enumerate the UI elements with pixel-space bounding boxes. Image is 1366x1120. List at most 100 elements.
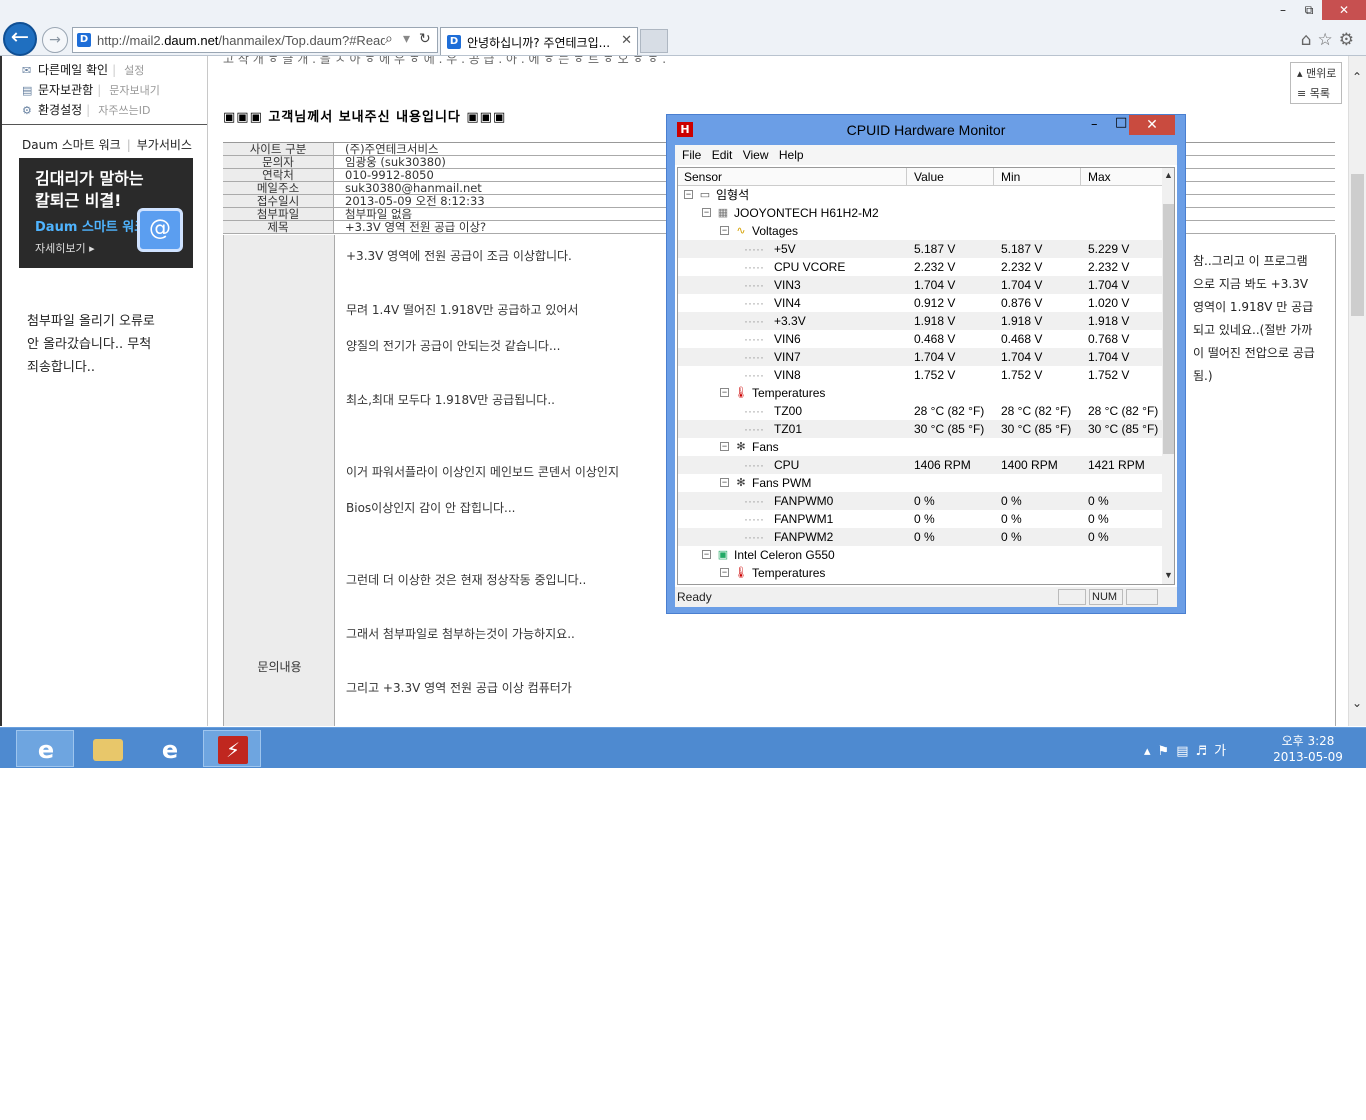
sensor-min: 1400 RPM — [1001, 458, 1058, 472]
collapse-toggle-icon[interactable]: − — [720, 568, 729, 577]
sensor-group-row[interactable]: − 🌡 Temperatures — [678, 564, 1162, 582]
banner-more-link[interactable]: 자세히보기 ▸ — [35, 240, 95, 256]
sensor-group-row[interactable]: − ✻ Fans PWM — [678, 474, 1162, 492]
address-bar[interactable]: D http://mail2.daum.net/hanmailex/Top.da… — [72, 27, 438, 53]
network-icon[interactable]: ▤ — [1176, 744, 1195, 759]
hwm-close-icon[interactable]: ✕ — [1129, 115, 1175, 135]
sensor-row[interactable]: ····· +5V 5.187 V 5.187 V 5.229 V — [678, 240, 1162, 258]
restore-icon[interactable]: ⧉ — [1296, 0, 1322, 20]
ime-indicator[interactable]: 가 — [1214, 744, 1233, 759]
row-value[interactable]: suk30380@hanmail.net — [345, 182, 482, 194]
refresh-icon[interactable]: ↻ — [419, 31, 431, 47]
banner-line2: 칼퇴근 비결! — [35, 191, 122, 210]
sensor-row[interactable]: ····· VIN7 1.704 V 1.704 V 1.704 V — [678, 348, 1162, 366]
tab-active[interactable]: D 안녕하십니까? 주연테크입... ✕ — [440, 27, 638, 55]
list-button[interactable]: ≡ 목록 — [1291, 83, 1341, 103]
close-icon[interactable]: ✕ — [1322, 0, 1366, 20]
link-sub[interactable]: 자주쓰는ID — [98, 104, 150, 117]
collapse-toggle-icon[interactable]: − — [684, 190, 693, 199]
row-header: 메일주소 — [223, 182, 334, 194]
sensor-row[interactable]: ····· TZ00 28 °C (82 °F) 28 °C (82 °F) 28 °C… — [678, 402, 1162, 420]
tray-expand-icon[interactable]: ▴ — [1144, 744, 1158, 759]
row-value: 010-9912-8050 — [345, 168, 434, 182]
tree-scroll-down-icon[interactable]: ▼ — [1164, 570, 1173, 580]
col-sensor[interactable]: Sensor — [684, 170, 722, 184]
hwm-maximize-icon[interactable]: □ — [1115, 115, 1127, 130]
link-settings[interactable]: ⚙ 환경설정 | 자주쓰는ID — [22, 101, 150, 118]
new-tab-button[interactable] — [640, 29, 668, 53]
clock[interactable]: 오후 3:28 2013-05-09 — [1268, 733, 1348, 765]
taskbar-hwmonitor[interactable]: ⚡ — [203, 730, 261, 767]
sensor-group-row[interactable]: − ▭ 임형석 — [678, 186, 1162, 204]
collapse-toggle-icon[interactable]: − — [720, 388, 729, 397]
tab-close-icon[interactable]: ✕ — [621, 33, 632, 48]
smartwork-link[interactable]: Daum 스마트 워크 — [22, 138, 121, 152]
sensor-row[interactable]: ····· FANPWM1 0 % 0 % 0 % — [678, 510, 1162, 528]
sensor-scrollbar[interactable]: ▲ ▼ — [1162, 168, 1174, 584]
col-min[interactable]: Min — [1001, 170, 1020, 184]
sensor-row[interactable]: ····· TZ01 30 °C (85 °F) 30 °C (85 °F) 30 °C… — [678, 420, 1162, 438]
link-sms-box[interactable]: ▤ 문자보관함 | 문자보내기 — [22, 81, 160, 98]
col-max[interactable]: Max — [1088, 170, 1111, 184]
sensor-row[interactable]: ····· CPU VCORE 2.232 V 2.232 V 2.232 V — [678, 258, 1162, 276]
scroll-up-icon[interactable]: ⌃ — [1352, 70, 1362, 84]
collapse-toggle-icon[interactable]: − — [720, 478, 729, 487]
sensor-row[interactable]: ····· FANPWM2 0 % 0 % 0 % — [678, 528, 1162, 546]
scroll-thumb[interactable] — [1351, 174, 1364, 316]
computer-icon: ▭ — [699, 189, 711, 201]
sensor-group-row[interactable]: − ▣ Intel Celeron G550 — [678, 546, 1162, 564]
link-sub[interactable]: 문자보내기 — [109, 84, 160, 97]
link-sub[interactable]: 설정 — [124, 64, 144, 77]
home-icon[interactable]: ⌂ — [1301, 30, 1318, 50]
gear-icon[interactable]: ⚙ — [1339, 30, 1360, 50]
volume-icon[interactable]: ♬ — [1195, 744, 1214, 759]
sensor-row[interactable]: ····· +3.3V 1.918 V 1.918 V 1.918 V — [678, 312, 1162, 330]
sensor-group-row[interactable]: − 🌡 Temperatures — [678, 384, 1162, 402]
collapse-toggle-icon[interactable]: − — [702, 550, 711, 559]
sensor-row[interactable]: ····· VIN3 1.704 V 1.704 V 1.704 V — [678, 276, 1162, 294]
back-button[interactable]: ← — [3, 22, 37, 56]
taskbar-ie-pinned[interactable]: e — [16, 730, 74, 767]
col-value[interactable]: Value — [914, 170, 944, 184]
page-scrollbar[interactable]: ⌃ ⌄ — [1348, 56, 1366, 726]
sensor-row[interactable]: ····· FANPWM0 0 % 0 % 0 % — [678, 492, 1162, 510]
taskbar-explorer[interactable] — [78, 730, 136, 767]
smartwork-banner[interactable]: 김대리가 말하는 칼퇴근 비결! Daum 스마트 워크 자세히보기 ▸ @ — [19, 158, 193, 268]
hwmonitor-titlebar[interactable]: H CPUID Hardware Monitor – □ ✕ — [667, 115, 1185, 143]
search-icon[interactable]: ⌕ — [385, 31, 393, 47]
link-other-mail[interactable]: ✉ 다른메일 확인 | 설정 — [22, 61, 144, 78]
menu-edit[interactable]: Edit — [705, 145, 733, 162]
tree-scroll-up-icon[interactable]: ▲ — [1164, 170, 1173, 180]
col-divider[interactable] — [993, 168, 994, 186]
address-url[interactable]: http://mail2.daum.net/hanmailex/Top.daum… — [97, 33, 385, 48]
collapse-toggle-icon[interactable]: − — [720, 442, 729, 451]
menu-help[interactable]: Help — [772, 145, 804, 162]
sensor-row[interactable]: ····· VIN4 0.912 V 0.876 V 1.020 V — [678, 294, 1162, 312]
menu-file[interactable]: File — [675, 145, 701, 162]
addon-link[interactable]: 부가서비스 — [137, 138, 192, 152]
body-line: 그래서 첨부파일로 첨부하는것이 가능하지요.. — [346, 627, 575, 641]
go-top-button[interactable]: ▴ 맨위로 — [1291, 63, 1341, 83]
menu-view[interactable]: View — [736, 145, 769, 162]
hwm-minimize-icon[interactable]: – — [1091, 117, 1098, 132]
sensor-row[interactable]: ····· VIN8 1.752 V 1.752 V 1.752 V — [678, 366, 1162, 384]
scroll-down-icon[interactable]: ⌄ — [1352, 696, 1362, 710]
action-center-flag-icon[interactable]: ⚑ — [1158, 744, 1177, 759]
minimize-icon[interactable]: – — [1270, 0, 1296, 20]
sensor-group-row[interactable]: − ∿ Voltages — [678, 222, 1162, 240]
sensor-group-name: Voltages — [752, 224, 799, 238]
col-divider[interactable] — [906, 168, 907, 186]
col-divider[interactable] — [1080, 168, 1081, 186]
sensor-tree[interactable]: Sensor Value Min Max − ▭ 임형석 − ▦ JOOYONTECH H… — [677, 167, 1175, 585]
forward-button[interactable]: → — [42, 27, 68, 53]
sensor-row[interactable]: ····· VIN6 0.468 V 0.468 V 0.768 V — [678, 330, 1162, 348]
favorites-star-icon[interactable]: ☆ — [1318, 30, 1339, 50]
sensor-row[interactable]: ····· CPU 1406 RPM 1400 RPM 1421 RPM — [678, 456, 1162, 474]
dropdown-icon[interactable]: ▾ — [403, 31, 410, 47]
sensor-group-row[interactable]: − ▦ JOOYONTECH H61H2-M2 — [678, 204, 1162, 222]
tree-scroll-thumb[interactable] — [1163, 204, 1174, 454]
collapse-toggle-icon[interactable]: − — [702, 208, 711, 217]
taskbar-ie[interactable]: e — [140, 730, 198, 767]
collapse-toggle-icon[interactable]: − — [720, 226, 729, 235]
sensor-group-row[interactable]: − ✻ Fans — [678, 438, 1162, 456]
